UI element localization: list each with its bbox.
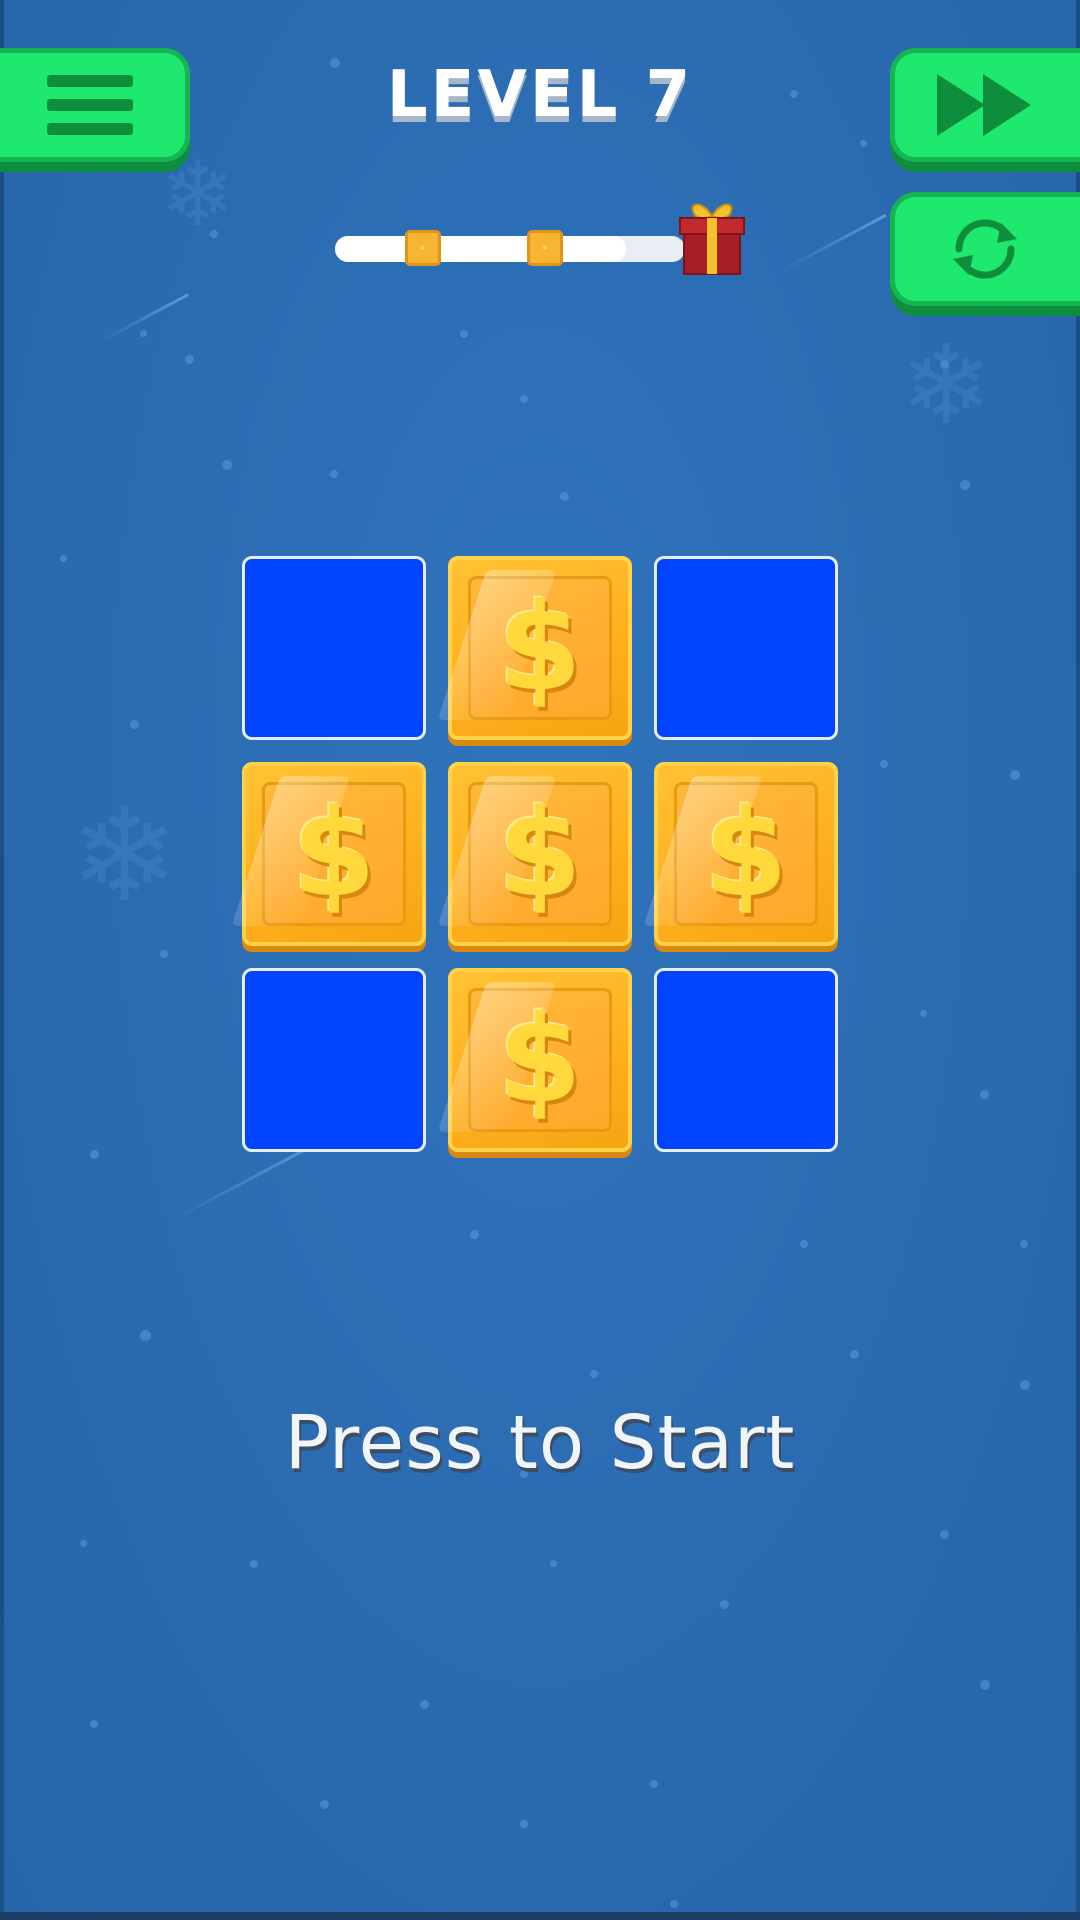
sparkle-dot xyxy=(130,720,139,729)
shooting-star-streak xyxy=(779,213,887,273)
sparkle-dot xyxy=(800,1240,808,1248)
level-title: LEVEL 7 xyxy=(386,58,694,132)
game-scene: ❄ ❄ ❄ LEVEL 7 · · $ $ $ $ $ Press to Sta… xyxy=(0,0,1080,1920)
sparkle-dot xyxy=(320,1800,329,1809)
press-to-start-prompt[interactable]: Press to Start xyxy=(240,1400,840,1486)
coin-tile[interactable]: $ xyxy=(437,556,632,740)
coin-tile[interactable]: $ xyxy=(437,968,632,1152)
sparkle-dot xyxy=(520,1820,528,1828)
progress-star-marker: · xyxy=(404,230,441,266)
sparkle-dot xyxy=(140,330,147,337)
sparkle-dot xyxy=(420,1700,429,1709)
sparkle-dot xyxy=(460,330,468,338)
sparkle-dot xyxy=(1020,1380,1030,1390)
dollar-sign-icon: $ xyxy=(292,784,376,924)
left-frame-border xyxy=(0,0,4,1920)
sparkle-dot xyxy=(860,140,867,147)
hamburger-menu-icon xyxy=(47,75,133,135)
coin-tile[interactable]: $ xyxy=(231,762,426,946)
blue-tile[interactable] xyxy=(654,968,838,1152)
sparkle-dot xyxy=(470,1230,479,1239)
tile-grid: $ $ $ $ $ xyxy=(231,556,842,1156)
sparkle-dot xyxy=(590,1370,598,1378)
sparkle-dot xyxy=(330,58,340,68)
progress-star-marker: · xyxy=(527,230,563,266)
snowflake-icon: ❄ xyxy=(70,779,179,931)
blue-tile[interactable] xyxy=(242,556,426,740)
sparkle-dot xyxy=(90,1720,98,1728)
blue-tile[interactable] xyxy=(654,556,838,740)
sparkle-dot xyxy=(880,760,888,768)
dollar-sign-icon: $ xyxy=(498,990,582,1130)
sparkle-dot xyxy=(330,470,338,478)
sparkle-dot xyxy=(670,1900,678,1908)
skip-level-button[interactable] xyxy=(890,48,1080,162)
sparkle-dot xyxy=(160,950,168,958)
sparkle-dot xyxy=(520,395,528,403)
sparkle-dot xyxy=(650,1780,658,1788)
sparkle-dot xyxy=(550,1560,557,1567)
dollar-sign-icon: $ xyxy=(704,784,788,924)
sparkle-dot xyxy=(250,1560,258,1568)
dollar-sign-icon: $ xyxy=(498,784,582,924)
level-progress-bar: · · xyxy=(335,230,685,266)
sparkle-dot xyxy=(980,1090,989,1099)
gift-icon xyxy=(679,203,745,275)
menu-button[interactable] xyxy=(0,48,190,162)
sparkle-dot xyxy=(185,355,194,364)
sparkle-dot xyxy=(920,1010,927,1017)
sparkle-dot xyxy=(960,480,970,490)
coin-tile[interactable]: $ xyxy=(437,762,632,946)
sparkle-dot xyxy=(90,1150,99,1159)
bottom-frame-border xyxy=(0,1912,1080,1920)
sparkle-dot xyxy=(140,1330,151,1341)
sparkle-dot xyxy=(980,1680,990,1690)
coin-tile[interactable]: $ xyxy=(643,762,838,946)
sparkle-dot xyxy=(720,1600,729,1609)
snowflake-icon: ❄ xyxy=(160,142,236,247)
sparkle-dot xyxy=(790,90,798,98)
sparkle-dot xyxy=(1010,770,1020,780)
sparkle-dot xyxy=(1020,1240,1028,1248)
refresh-icon xyxy=(953,219,1017,279)
blue-tile[interactable] xyxy=(242,968,426,1152)
sparkle-dot xyxy=(560,492,569,501)
sparkle-dot xyxy=(850,1350,859,1359)
level-progress-fill xyxy=(335,236,626,262)
restart-button[interactable] xyxy=(890,192,1080,306)
sparkle-dot xyxy=(940,1530,949,1539)
dollar-sign-icon: $ xyxy=(498,578,582,718)
snowflake-icon: ❄ xyxy=(900,321,993,449)
sparkle-dot xyxy=(222,460,232,470)
sparkle-dot xyxy=(60,555,67,562)
sparkle-dot xyxy=(80,1540,87,1547)
fast-forward-icon xyxy=(937,74,1031,136)
